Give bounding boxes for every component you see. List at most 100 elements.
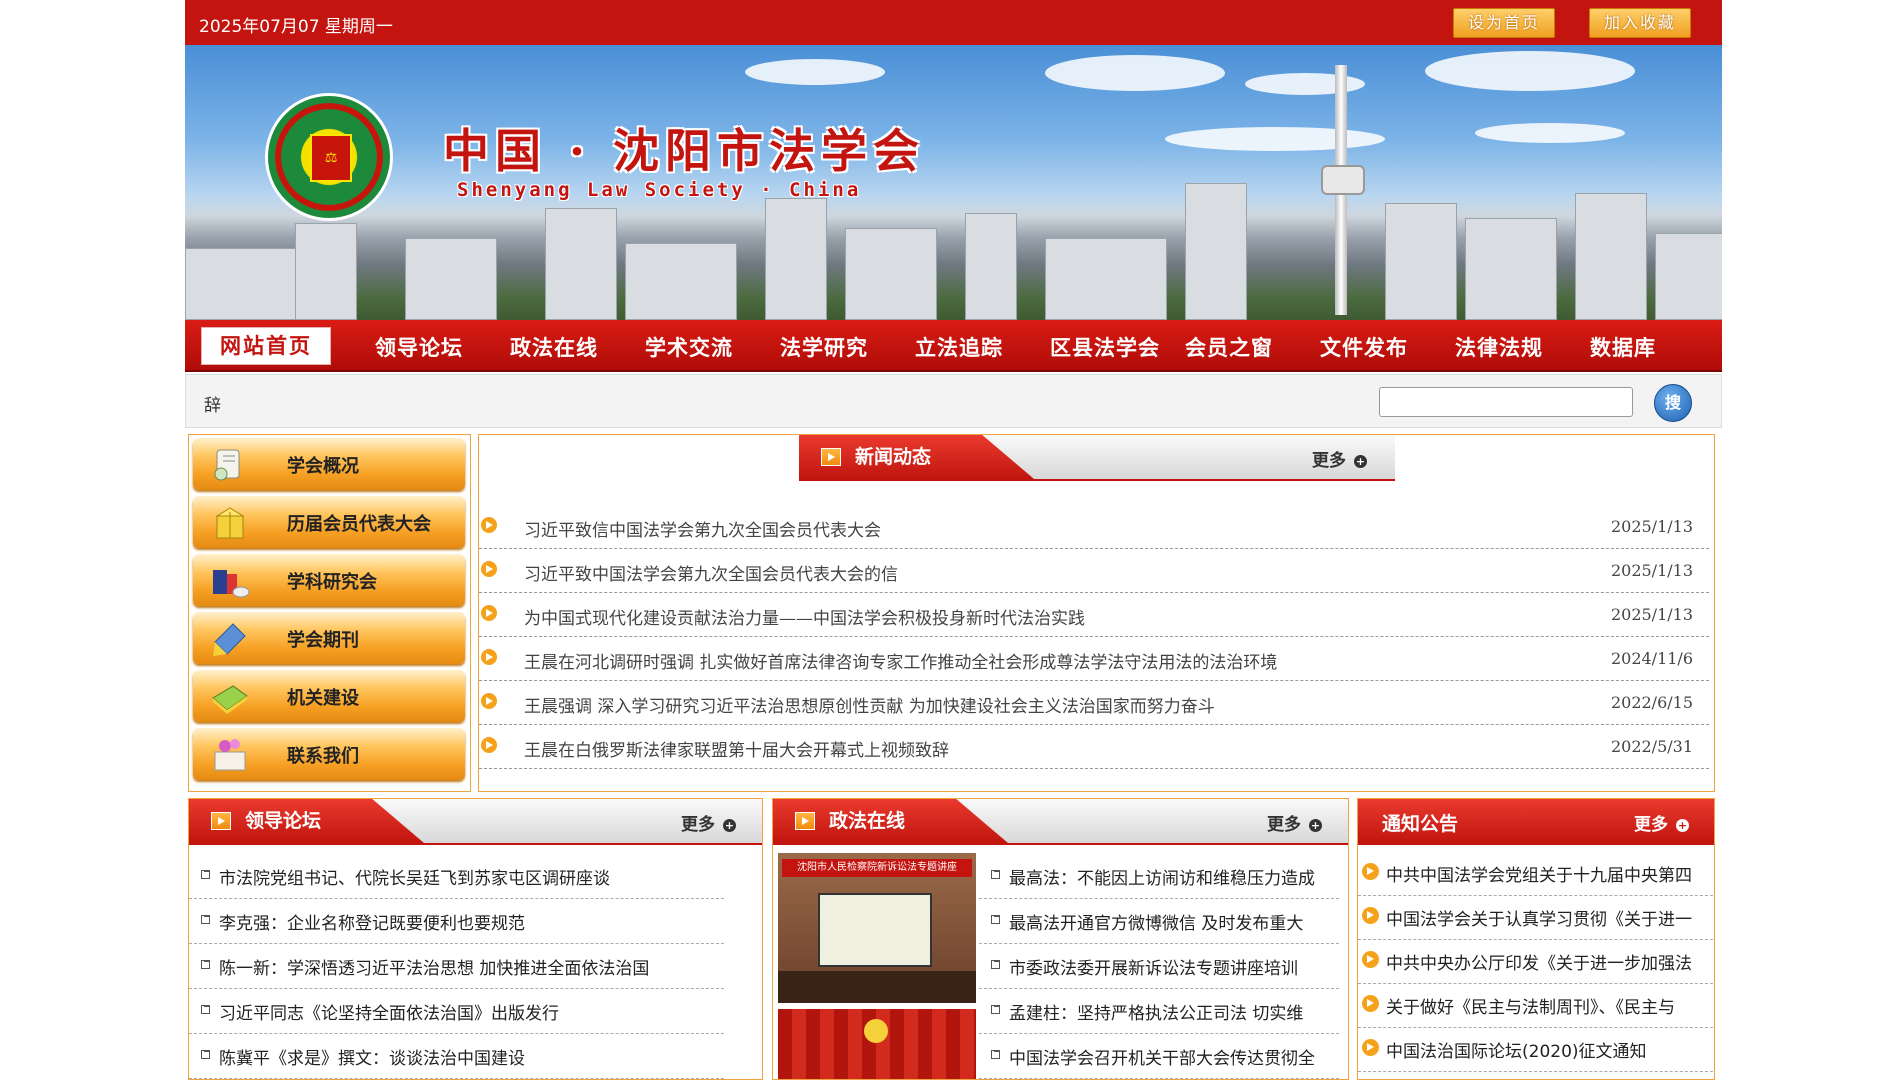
photo-banner-text: 沈阳市人民检察院新诉讼法专题讲座 [782,859,972,877]
notices-more-link[interactable]: 更多 + [1634,810,1689,835]
list-item[interactable]: 陈一新：学深悟透习近平法治思想 加快推进全面依法治国 [189,944,724,989]
nav-member-window[interactable]: 会员之窗 [1185,332,1273,362]
list-item[interactable]: 市委政法委开展新诉讼法专题讲座培训 [979,944,1339,989]
news-row-title[interactable]: 习近平致中国法学会第九次全国会员代表大会的信 [524,560,898,585]
list-item-text[interactable]: 最高法开通官方微博微信 及时发布重大 [1009,909,1303,934]
news-row-title[interactable]: 习近平致信中国法学会第九次全国会员代表大会 [524,516,881,541]
link-arrow-icon [991,960,1000,969]
news-row[interactable]: 习近平致中国法学会第九次全国会员代表大会的信 2025/1/13 [479,549,1709,593]
search-input[interactable] [1379,387,1633,417]
news-more-link[interactable]: 更多 + [1312,446,1367,471]
nav-law-research[interactable]: 法学研究 [780,332,868,362]
list-item-text[interactable]: 市委政法委开展新诉讼法专题讲座培训 [1009,954,1298,979]
building [625,243,737,320]
notice-text[interactable]: 中共中央办公厅印发《关于进一步加强法 [1386,949,1692,974]
news-row-title[interactable]: 王晨在河北调研时强调 扎实做好首席法律咨询专家工作推动全社会形成尊法学法守法用法… [524,648,1277,673]
notice-text[interactable]: 中国法学会关于认真学习贯彻《关于进一 [1386,905,1692,930]
menu-item-congresses[interactable]: 历届会员代表大会 [193,496,465,548]
list-item-text[interactable]: 陈一新：学深悟透习近平法治思想 加快推进全面依法治国 [219,954,649,979]
arrow-bullet-icon [481,737,497,753]
projection-screen [818,893,932,967]
news-row-date: 2022/6/15 [1610,693,1693,712]
header-banner: ⚖ 中国 · 沈阳市法学会 Shenyang Law Society · Chi… [185,45,1722,320]
nav-academic-exchange[interactable]: 学术交流 [645,332,733,362]
building [965,213,1017,320]
list-item-text[interactable]: 习近平同志《论坚持全面依法治国》出版发行 [219,999,559,1024]
cloud [745,59,885,85]
list-item[interactable]: 习近平同志《论坚持全面依法治国》出版发行 [189,989,724,1034]
main-nav: 网站首页 领导论坛 政法在线 学术交流 法学研究 立法追踪 区县法学会 会员之窗… [185,320,1722,372]
nav-home[interactable]: 网站首页 [201,327,331,365]
left-menu: 学会概况 历届会员代表大会 学科研究会 学会期刊 机关建设 联系我们 [188,434,471,792]
list-item-text[interactable]: 中国法学会召开机关干部大会传达贯彻全 [1009,1044,1315,1069]
plus-circle-icon: + [1354,455,1367,468]
news-row[interactable]: 王晨在白俄罗斯法律家联盟第十届大会开幕式上视频致辞 2022/5/31 [479,725,1709,769]
politics-more-link[interactable]: 更多 + [1267,810,1322,835]
notice-item[interactable]: 关于做好《民主与法制周刊》、《民主与 [1358,983,1714,1028]
top-bar: 2025年07月07 星期周一 设为首页 加入收藏 [185,0,1722,46]
section-arrow-icon [795,812,815,830]
add-bookmark-button[interactable]: 加入收藏 [1589,8,1691,38]
nav-database[interactable]: 数据库 [1590,332,1656,362]
nav-laws-regulations[interactable]: 法律法规 [1455,332,1543,362]
society-seal-logo: ⚖ [265,93,393,221]
notice-item[interactable]: 中共中国法学会党组关于十九届中央第四 [1358,851,1714,896]
menu-item-contact[interactable]: 联系我们 [193,728,465,780]
tv-tower-pod [1321,165,1365,195]
seal-emblem: ⚖ [310,134,352,182]
list-item[interactable]: 最高法：不能因上访闹访和维稳压力造成 [979,854,1339,899]
menu-item-label: 学会概况 [287,456,359,477]
list-item-text[interactable]: 市法院党组书记、代院长吴廷飞到苏家屯区调研座谈 [219,864,610,889]
nav-legislation-tracking[interactable]: 立法追踪 [915,332,1003,362]
notice-text[interactable]: 关于做好《民主与法制周刊》、《民主与 [1386,993,1675,1018]
list-item-text[interactable]: 李克强：企业名称登记既要便利也要规范 [219,909,525,934]
list-item[interactable]: 陈冀平《求是》撰文：谈谈法治中国建设 [189,1034,724,1079]
news-row[interactable]: 为中国式现代化建设贡献法治力量——中国法学会积极投身新时代法治实践 2025/1… [479,593,1709,637]
menu-item-label: 学科研究会 [287,572,377,593]
scroll-icon [214,449,240,481]
building [1575,193,1647,320]
news-row-title[interactable]: 为中国式现代化建设贡献法治力量——中国法学会积极投身新时代法治实践 [524,604,1085,629]
menu-item-organization[interactable]: 机关建设 [193,670,465,722]
list-item[interactable]: 中国法学会召开机关干部大会传达贯彻全 [979,1034,1339,1079]
nav-politics-online[interactable]: 政法在线 [510,332,598,362]
list-item[interactable]: 市法院党组书记、代院长吴廷飞到苏家屯区调研座谈 [189,854,724,899]
list-item[interactable]: 孟建柱：坚持严格执法公正司法 切实维 [979,989,1339,1034]
leaders-more-link[interactable]: 更多 + [681,810,736,835]
news-row[interactable]: 王晨强调 深入学习研究习近平法治思想原创性贡献 为加快建设社会主义法治国家而努力… [479,681,1709,725]
building [545,208,617,320]
arrow-bullet-icon [481,693,497,709]
current-date: 2025年07月07 星期周一 [199,17,393,37]
notebook-icon [212,685,248,714]
news-row[interactable]: 习近平致信中国法学会第九次全国会员代表大会 2025/1/13 [479,505,1709,549]
search-button[interactable]: 搜 [1654,384,1692,422]
leaders-header: 领导论坛 更多 + [189,799,762,845]
news-row-title[interactable]: 王晨强调 深入学习研究习近平法治思想原创性贡献 为加快建设社会主义法治国家而努力… [524,692,1215,717]
arrow-bullet-icon [481,517,497,533]
notice-item[interactable]: 中国法学会关于认真学习贯彻《关于进一 [1358,895,1714,940]
set-homepage-button[interactable]: 设为首页 [1453,8,1555,38]
list-item-text[interactable]: 孟建柱：坚持严格执法公正司法 切实维 [1009,999,1303,1024]
list-item-text[interactable]: 最高法：不能因上访闹访和维稳压力造成 [1009,864,1315,889]
flag-photo[interactable] [778,1009,976,1079]
notice-text[interactable]: 中共中国法学会党组关于十九届中央第四 [1386,861,1692,886]
menu-item-about[interactable]: 学会概况 [193,438,465,490]
nav-leaders-forum[interactable]: 领导论坛 [375,332,463,362]
search-bar: 辞 搜 [185,374,1722,428]
lecture-photo[interactable]: 沈阳市人民检察院新诉讼法专题讲座 [778,853,976,1003]
notice-item[interactable]: 中国法治国际论坛(2020)征文通知 [1358,1027,1714,1072]
list-item[interactable]: 最高法开通官方微博微信 及时发布重大 [979,899,1339,944]
building [1385,203,1457,320]
menu-item-journal[interactable]: 学会期刊 [193,612,465,664]
nav-district-law-societies[interactable]: 区县法学会 [1050,332,1160,362]
building [295,223,357,320]
nav-documents[interactable]: 文件发布 [1320,332,1408,362]
news-row[interactable]: 王晨在河北调研时强调 扎实做好首席法律咨询专家工作推动全社会形成尊法学法守法用法… [479,637,1709,681]
list-item[interactable]: 李克强：企业名称登记既要便利也要规范 [189,899,724,944]
notice-text[interactable]: 中国法治国际论坛(2020)征文通知 [1386,1037,1647,1062]
list-item-text[interactable]: 陈冀平《求是》撰文：谈谈法治中国建设 [219,1044,525,1069]
news-row-title[interactable]: 王晨在白俄罗斯法律家联盟第十届大会开幕式上视频致辞 [524,736,949,761]
more-label: 更多 [1634,815,1668,835]
menu-item-research-societies[interactable]: 学科研究会 [193,554,465,606]
notice-item[interactable]: 中共中央办公厅印发《关于进一步加强法 [1358,939,1714,984]
